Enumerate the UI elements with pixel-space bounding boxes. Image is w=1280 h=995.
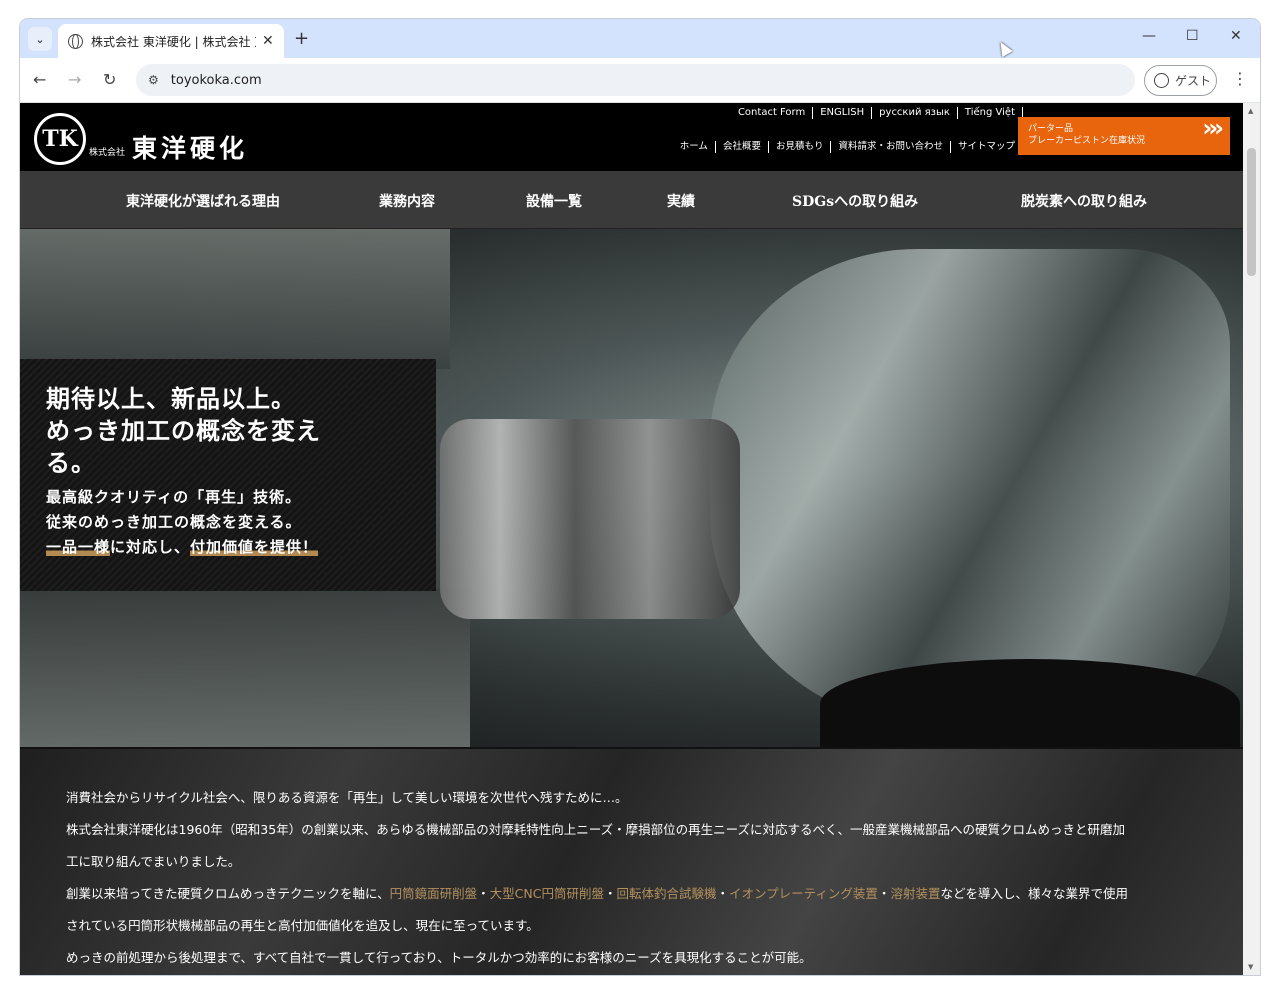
hero-headline-1: 期待以上、新品以上。 — [46, 385, 296, 413]
close-window-button[interactable]: ✕ — [1230, 28, 1242, 44]
mouse-cursor-icon — [995, 38, 1013, 58]
link-balancer[interactable]: 回転体釣合試験機 — [617, 886, 717, 901]
nav-reasons[interactable]: 東洋硬化が選ばれる理由 — [126, 191, 280, 211]
sitemap-link[interactable]: サイトマップ — [951, 141, 1023, 153]
utility-links: ホーム 会社概要 お見積もり 資料請求・お問い合わせ サイトマップ — [673, 141, 1023, 153]
russian-link[interactable]: русский язык — [872, 107, 958, 119]
hero-bg-top — [20, 229, 450, 369]
tab-search-button[interactable]: ⌄ — [28, 27, 52, 51]
intro-section: 消費社会からリサイクル社会へ、限りある資源を「再生」して美しい環境を次世代へ残す… — [20, 747, 1243, 975]
hero-sub-3b: に対応し、 — [110, 538, 191, 556]
hero-sub-3a: 一品一様 — [46, 538, 111, 556]
quote-link[interactable]: お見積もり — [769, 141, 832, 153]
intro-p4a: 創業以来培ってきた硬質クロムめっきテクニックを軸に、 — [66, 886, 390, 901]
hero-sub-2: 従来のめっき加工の概念を変える。 — [46, 513, 302, 531]
nav-results[interactable]: 実績 — [667, 191, 695, 211]
intro-p5: されている円筒形状機械部品の再生と高付加価値化を追及し、現在に至っています。 — [66, 918, 539, 933]
nav-equipment[interactable]: 設備一覧 — [526, 191, 582, 211]
link-spray[interactable]: 溶射装置 — [890, 886, 940, 901]
inquiry-link[interactable]: 資料請求・お問い合わせ — [831, 141, 951, 153]
profile-button[interactable]: ゲスト — [1144, 65, 1217, 96]
scroll-down-icon[interactable]: ▼ — [1248, 963, 1253, 971]
intro-p4: 創業以来培ってきた硬質クロムめっきテクニックを軸に、円筒鏡面研削盤・大型CNC円… — [66, 883, 1128, 902]
hero-headline-2: めっき加工の概念を変え — [46, 417, 321, 445]
new-tab-button[interactable]: + — [294, 28, 309, 49]
intro-p6: めっきの前処理から後処理まで、すべて自社で一貫して行っており、トータルかつ効率的… — [66, 950, 812, 965]
maximize-button[interactable]: ☐ — [1186, 28, 1199, 44]
hero-sub-1: 最高級クオリティの「再生」技術。 — [46, 488, 302, 506]
hero-shadow — [820, 659, 1240, 749]
banner-line2: ブレーカーピストン在庫状況 — [1028, 136, 1146, 146]
profile-icon — [1154, 73, 1169, 88]
forward-button[interactable]: → — [68, 70, 81, 89]
company-type: 株式会社 — [89, 148, 126, 158]
link-ion[interactable]: イオンプレーティング装置 — [729, 886, 878, 901]
site-header: TK 株式会社 東洋硬化 Contact Form ENGLISH русски… — [20, 103, 1243, 171]
scroll-up-icon[interactable]: ▲ — [1248, 107, 1253, 115]
stock-status-banner[interactable]: パーター品 ブレーカーピストン在庫状況 ››› — [1018, 114, 1230, 155]
sep-2: ・ — [603, 886, 617, 901]
company-logo[interactable]: TK — [34, 113, 86, 165]
tab-bar: ⌄ 株式会社 東洋硬化 | 株式会社 東 ✕ + — ☐ ✕ — [20, 19, 1260, 58]
language-links: Contact Form ENGLISH русский язык Tiếng … — [731, 107, 1023, 119]
arrow-icon: ››› — [1202, 114, 1224, 142]
nav-decarbonization[interactable]: 脱炭素への取り組み — [1021, 191, 1147, 211]
link-grinder[interactable]: 円筒鏡面研削盤 — [390, 886, 478, 901]
browser-menu-button[interactable]: ⋮ — [1232, 69, 1248, 88]
sep-1: ・ — [477, 886, 490, 901]
nav-services[interactable]: 業務内容 — [379, 191, 435, 211]
shaft-part — [440, 419, 740, 619]
site-info-icon[interactable]: ⚙ — [148, 73, 159, 87]
browser-toolbar: ← → ↻ ⚙ toyokoka.com ゲスト ⋮ — [20, 58, 1260, 103]
vietnamese-link[interactable]: Tiếng Việt — [958, 107, 1023, 119]
banner-line1: パーター品 — [1028, 124, 1074, 134]
hero-caption: 期待以上、新品以上。 めっき加工の概念を変え る。 最高級クオリティの「再生」技… — [20, 359, 436, 591]
company-link[interactable]: 会社概要 — [716, 141, 769, 153]
address-bar[interactable]: ⚙ toyokoka.com — [136, 64, 1135, 96]
cylinder-part — [710, 249, 1230, 729]
web-page: TK 株式会社 東洋硬化 Contact Form ENGLISH русски… — [20, 103, 1243, 975]
minimize-button[interactable]: — — [1142, 28, 1156, 44]
home-link[interactable]: ホーム — [673, 141, 716, 153]
link-cnc[interactable]: 大型CNC円筒研削盤 — [490, 886, 604, 901]
reload-button[interactable]: ↻ — [103, 70, 116, 89]
intro-p2: 株式会社東洋硬化は1960年（昭和35年）の創業以来、あらゆる機械部品の対摩耗特… — [66, 822, 1125, 837]
hero-sub-3c: 付加価値を提供！ — [190, 538, 319, 556]
hero-headline-3: る。 — [46, 449, 96, 477]
intro-p4b: などを導入し、様々な業界で使用 — [940, 886, 1128, 901]
tab-title: 株式会社 東洋硬化 | 株式会社 東 — [91, 34, 256, 49]
globe-icon — [68, 33, 83, 49]
hero-bg-bottom — [20, 589, 470, 747]
sep-3: ・ — [716, 886, 730, 901]
contact-form-link[interactable]: Contact Form — [731, 107, 814, 119]
back-button[interactable]: ← — [33, 70, 46, 89]
active-tab[interactable]: 株式会社 東洋硬化 | 株式会社 東 ✕ — [58, 24, 284, 58]
hero-sub-3: 一品一様に対応し、付加価値を提供！ — [46, 535, 410, 560]
tab-close-icon[interactable]: ✕ — [262, 33, 274, 49]
scrollbar[interactable]: ▲ ▼ — [1243, 103, 1260, 975]
intro-p3: 工に取り組んでまいりました。 — [66, 854, 241, 869]
sep-4: ・ — [877, 886, 891, 901]
global-nav: 東洋硬化が選ばれる理由 業務内容 設備一覧 実績 SDGsへの取り組み 脱炭素へ… — [20, 171, 1243, 229]
browser-window: ⌄ 株式会社 東洋硬化 | 株式会社 東 ✕ + — ☐ ✕ ← → ↻ ⚙ t… — [20, 19, 1260, 975]
scrollbar-thumb[interactable] — [1247, 148, 1256, 276]
intro-p1: 消費社会からリサイクル社会へ、限りある資源を「再生」して美しい環境を次世代へ残す… — [66, 790, 628, 805]
url-text: toyokoka.com — [170, 72, 262, 88]
profile-label: ゲスト — [1175, 74, 1212, 88]
nav-sdgs[interactable]: SDGsへの取り組み — [792, 191, 918, 211]
company-name[interactable]: 東洋硬化 — [132, 129, 248, 165]
english-link[interactable]: ENGLISH — [813, 107, 873, 119]
